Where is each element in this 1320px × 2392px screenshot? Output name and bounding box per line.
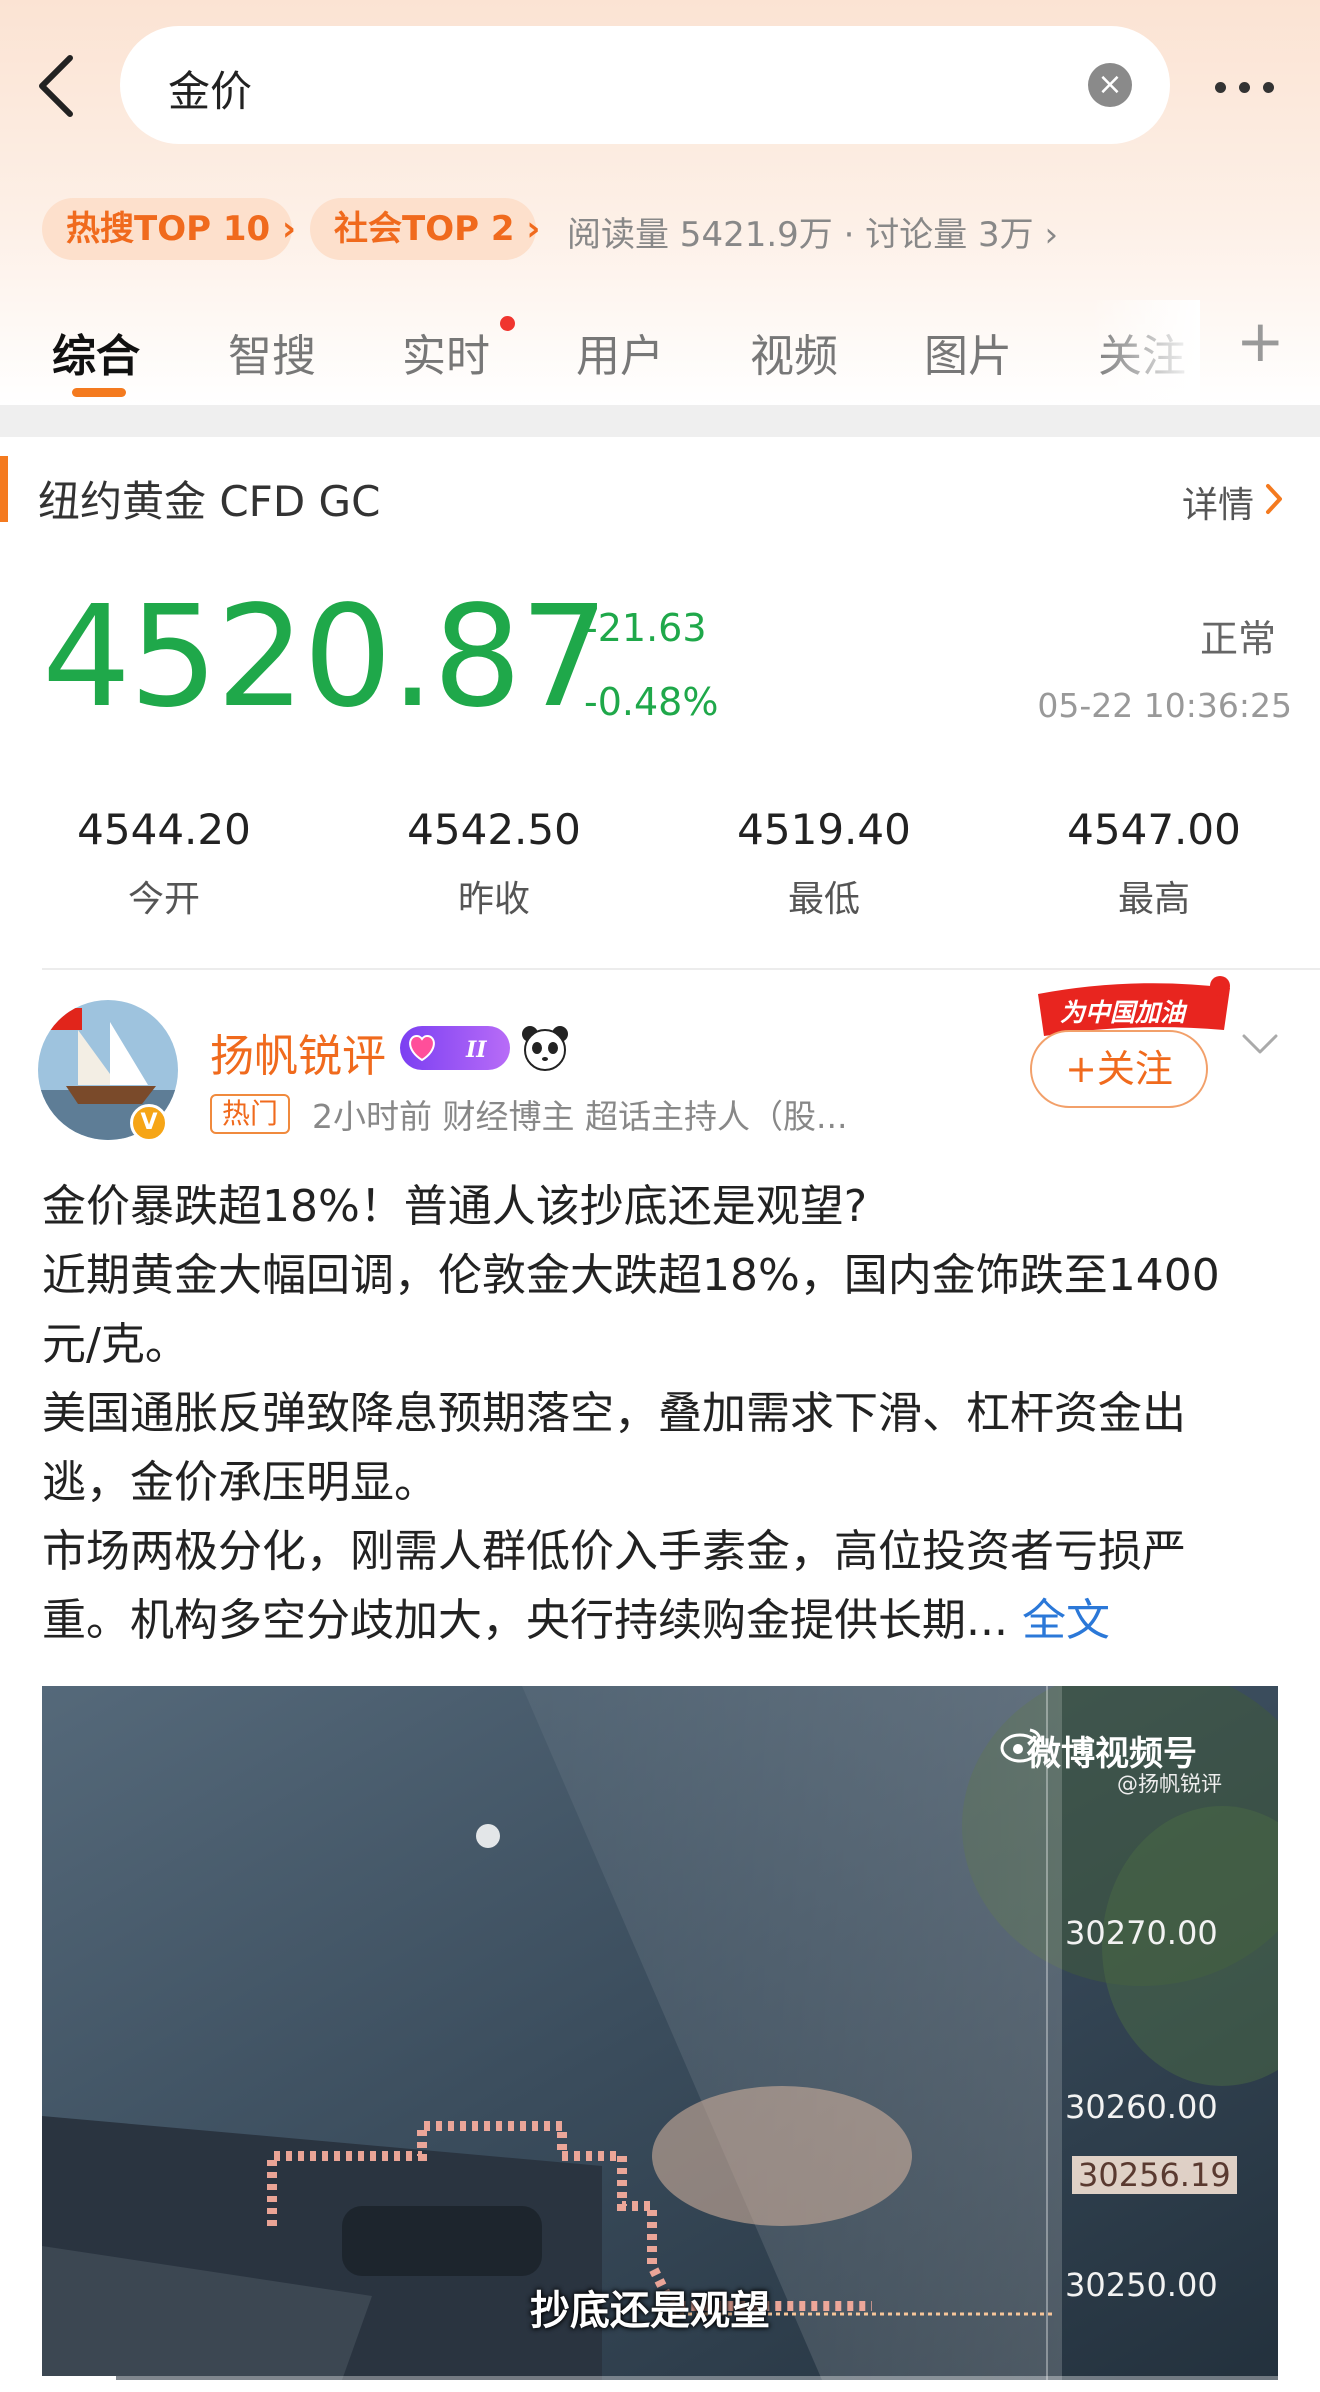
heart-icon: II xyxy=(409,1034,487,1063)
new-content-dot xyxy=(500,316,515,331)
video-price-tick: 30270.00 xyxy=(1065,1914,1218,1952)
video-progress-fill xyxy=(42,2376,117,2382)
hot-search-badge-label: 热搜TOP 10 xyxy=(66,209,271,249)
tab-users[interactable]: 用户 xyxy=(576,320,664,384)
market-detail-link[interactable]: 详情 xyxy=(1182,476,1254,528)
topic-stats[interactable]: 阅读量 5421.9万 · 讨论量 3万 › xyxy=(567,207,1058,256)
video-price-tick-highlight: 30256.19 xyxy=(1072,2156,1237,2194)
tab-bar: 综合 智搜 实时 用户 视频 图片 关注 + xyxy=(0,300,1320,405)
metric-open: 4544.20 今开 xyxy=(34,805,294,922)
metric-low: 4519.40 最低 xyxy=(694,805,954,922)
video-price-tick: 30250.00 xyxy=(1065,2266,1218,2304)
price-change-absolute: -21.63 xyxy=(584,606,707,650)
back-button[interactable] xyxy=(28,52,88,120)
tab-images[interactable]: 图片 xyxy=(924,320,1012,384)
more-dot-icon xyxy=(1239,82,1250,93)
panda-icon xyxy=(522,1026,568,1071)
post-paragraph: 金价暴跌超18%！普通人该抄底还是观望? xyxy=(42,1181,868,1232)
metric-low-label: 最低 xyxy=(787,879,860,920)
read-more-link[interactable]: 全文 xyxy=(1022,1595,1110,1646)
more-options-button[interactable] xyxy=(1205,58,1285,114)
post-paragraph-text: 市场两极分化，刚需人群低价入手素金，高位投资者亏损严重。机构多空分歧加大，央行持… xyxy=(42,1526,1186,1646)
metric-prev-close-value: 4542.50 xyxy=(407,805,581,854)
follow-button[interactable]: +关注 xyxy=(1030,1030,1208,1108)
chevron-down-icon[interactable] xyxy=(1240,1030,1280,1058)
video-watermark-user: @扬帆锐评 xyxy=(1117,1772,1222,1796)
metric-high: 4547.00 最高 xyxy=(1024,805,1284,922)
card-divider xyxy=(42,968,1320,970)
back-arrow-icon xyxy=(39,55,73,117)
tab-comprehensive[interactable]: 综合 xyxy=(52,320,140,384)
post-meta: 2小时前 财经博主 超话主持人（股... xyxy=(312,1097,848,1136)
more-dot-icon xyxy=(1215,82,1226,93)
chevron-right-icon[interactable] xyxy=(1262,482,1286,516)
video-subtitle: 抄底还是观望 xyxy=(530,2288,770,2334)
topic-stats-text: 阅读量 5421.9万 · 讨论量 3万 xyxy=(567,215,1034,255)
post-body: 金价暴跌超18%！普通人该抄底还是观望? 近期黄金大幅回调，伦敦金大跌超18%，… xyxy=(42,1172,1272,1655)
metric-prev-close-label: 昨收 xyxy=(457,879,530,920)
author-name[interactable]: 扬帆锐评 xyxy=(210,1020,386,1084)
campaign-text: 为中国加油 xyxy=(1060,998,1186,1027)
social-rank-badge[interactable]: 社会TOP 2 › xyxy=(310,198,540,260)
metric-open-label: 今开 xyxy=(127,879,200,920)
search-query: 金价 xyxy=(168,67,253,116)
current-price: 4520.87 xyxy=(42,576,609,739)
post-paragraph: 美国通胀反弹致降息预期落空，叠加需求下滑、杠杆资金出逃，金价承压明显。 xyxy=(42,1388,1186,1508)
post-paragraph-last: 市场两极分化，刚需人群低价入手素金，高位投资者亏损严重。机构多空分歧加大，央行持… xyxy=(42,1517,1272,1655)
metric-open-value: 4544.20 xyxy=(77,805,251,854)
post-paragraph: 近期黄金大幅回调，伦敦金大跌超18%，国内金饰跌至1400元/克。 xyxy=(42,1250,1220,1370)
active-tab-indicator xyxy=(72,388,126,397)
metric-high-value: 4547.00 xyxy=(1067,805,1241,854)
card-accent-bar xyxy=(0,456,8,522)
video-progress-bar[interactable] xyxy=(42,2376,1278,2382)
hot-search-badge[interactable]: 热搜TOP 10 › xyxy=(42,198,296,260)
metric-high-label: 最高 xyxy=(1117,879,1190,920)
metric-prev-close: 4542.50 昨收 xyxy=(364,805,624,922)
user-level-badge: II xyxy=(400,1026,510,1070)
social-rank-badge-label: 社会TOP 2 xyxy=(334,209,515,249)
verified-icon: V xyxy=(130,1104,168,1142)
quote-timestamp: 05-22 10:36:25 xyxy=(1037,686,1292,725)
more-dot-icon xyxy=(1263,82,1274,93)
search-input[interactable]: 金价 × xyxy=(120,26,1170,144)
tab-videos[interactable]: 视频 xyxy=(750,320,838,384)
price-change-percent: -0.48% xyxy=(584,680,719,724)
add-tab-icon[interactable]: + xyxy=(1236,312,1285,370)
tab-fade-overlay xyxy=(1090,300,1200,400)
market-card-title: 纽约黄金 CFD GC xyxy=(38,477,381,526)
video-price-tick: 30260.00 xyxy=(1065,2088,1218,2126)
market-status: 正常 xyxy=(1199,617,1276,661)
section-separator xyxy=(0,405,1320,437)
hot-tag: 热门 xyxy=(210,1094,291,1134)
tab-smart-search[interactable]: 智搜 xyxy=(228,320,316,384)
user-level-text: II xyxy=(465,1037,487,1063)
metric-low-value: 4519.40 xyxy=(737,805,911,854)
tab-realtime[interactable]: 实时 xyxy=(402,320,490,384)
clear-icon[interactable]: × xyxy=(1088,63,1132,107)
